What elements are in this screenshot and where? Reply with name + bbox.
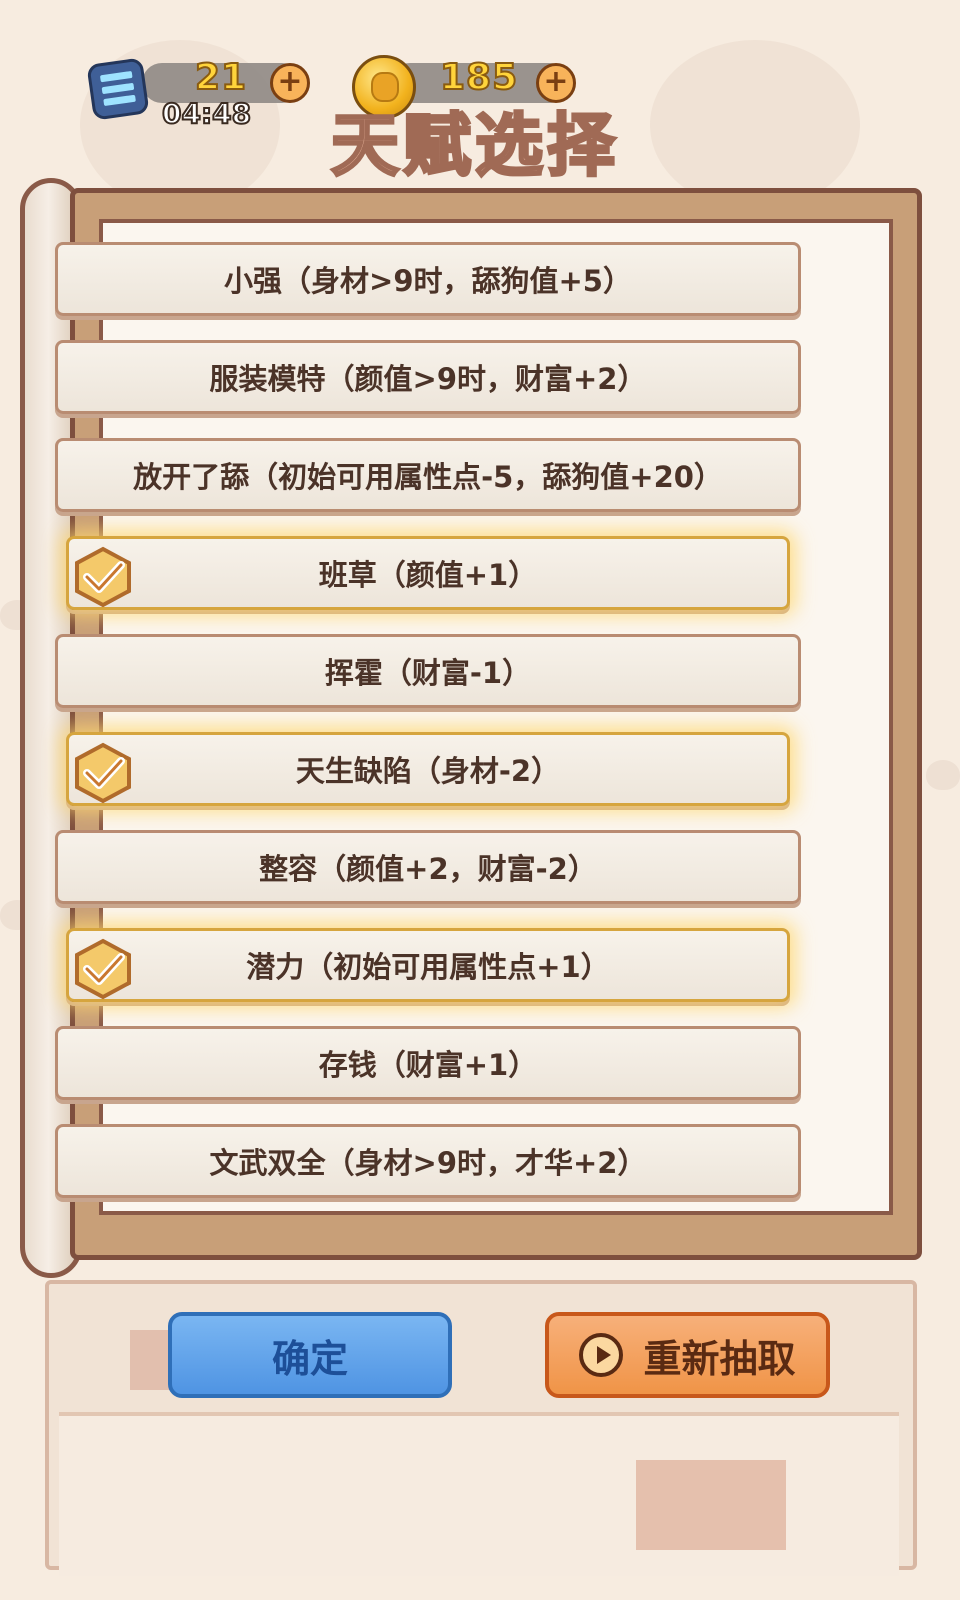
background-dog-face: [650, 40, 860, 210]
battery-icon: [86, 57, 150, 121]
talent-label: 服装模特（颜值>9时，财富+2）: [209, 362, 647, 396]
background-paw-icon: [926, 760, 960, 790]
talent-label: 整容（颜值+2，财富-2）: [259, 852, 597, 886]
talent-option[interactable]: 放开了舔（初始可用属性点-5，舔狗值+20）: [55, 438, 801, 512]
talent-option[interactable]: 整容（颜值+2，财富-2）: [55, 830, 801, 904]
talent-option-selected[interactable]: 班草（颜值+1）: [66, 536, 790, 610]
talent-option[interactable]: 小强（身材>9时，舔狗值+5）: [55, 242, 801, 316]
talent-label: 潜力（初始可用属性点+1）: [246, 950, 610, 984]
talent-option-selected[interactable]: 潜力（初始可用属性点+1）: [66, 928, 790, 1002]
confirm-button-label: 确定: [271, 1336, 348, 1381]
energy-timer: 04:48: [161, 96, 252, 131]
redraw-button-label: 重新抽取: [643, 1336, 796, 1381]
play-circle-icon: [579, 1333, 624, 1377]
talent-label: 存钱（财富+1）: [318, 1048, 538, 1082]
page-title: 天赋选择: [329, 106, 619, 188]
talent-option[interactable]: 存钱（财富+1）: [55, 1026, 801, 1100]
talent-label: 小强（身材>9时，舔狗值+5）: [224, 264, 632, 298]
add-energy-button[interactable]: +: [270, 63, 310, 103]
talent-option-selected[interactable]: 天生缺陷（身材-2）: [66, 732, 790, 806]
bookmark-ribbon: [130, 1330, 170, 1390]
redraw-button[interactable]: 重新抽取: [545, 1312, 830, 1398]
checkmark-badge-icon: [75, 546, 131, 608]
talent-label: 班草（颜值+1）: [318, 558, 538, 592]
talent-label: 文武双全（身材>9时，才华+2）: [209, 1146, 647, 1180]
talent-label: 挥霍（财富-1）: [324, 656, 532, 690]
confirm-button[interactable]: 确定: [168, 1312, 452, 1398]
talent-option[interactable]: 文武双全（身材>9时，才华+2）: [55, 1124, 801, 1198]
energy-count: 21: [194, 56, 248, 99]
checkmark-badge-icon: [75, 742, 131, 804]
talent-label: 放开了舔（初始可用属性点-5，舔狗值+20）: [133, 460, 723, 494]
talent-option[interactable]: 挥霍（财富-1）: [55, 634, 801, 708]
talent-option[interactable]: 服装模特（颜值>9时，财富+2）: [55, 340, 801, 414]
talent-label: 天生缺陷（身材-2）: [295, 754, 561, 788]
bookmark-ribbon: [636, 1460, 786, 1550]
checkmark-badge-icon: [75, 938, 131, 1000]
